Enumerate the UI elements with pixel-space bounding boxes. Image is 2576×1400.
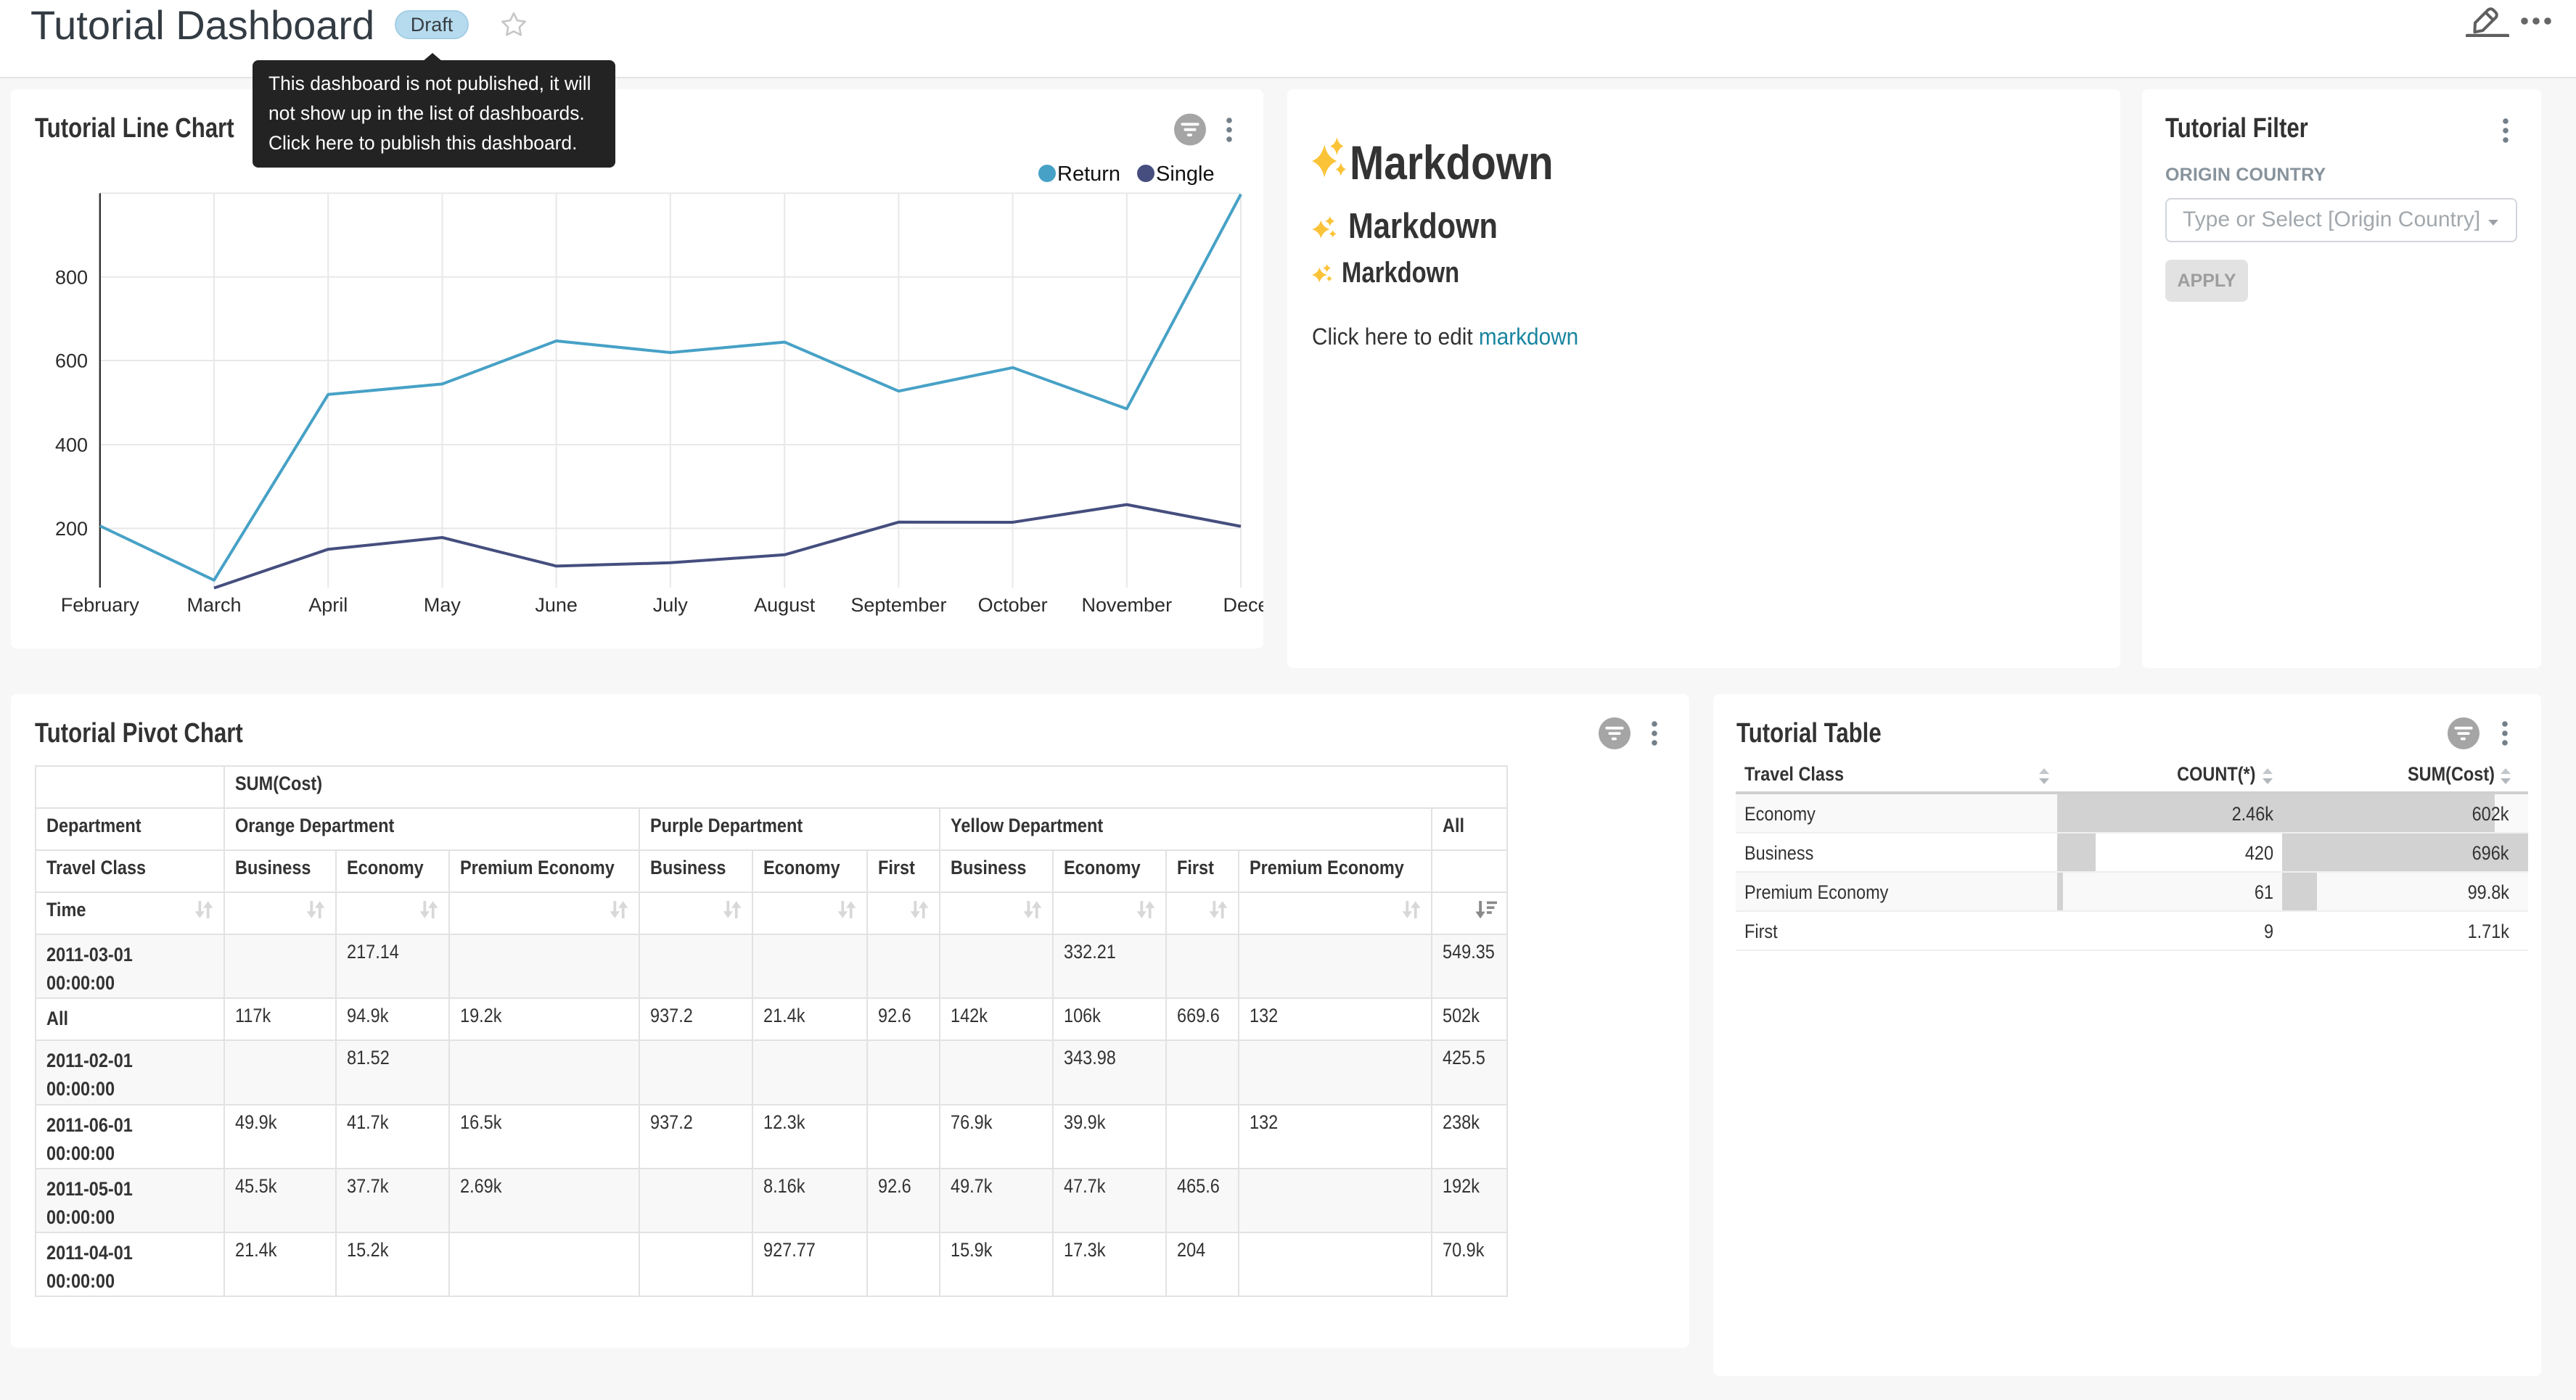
- svg-text:July: July: [653, 594, 689, 616]
- svg-text:February: February: [61, 594, 140, 616]
- svg-text:November: November: [1082, 594, 1173, 616]
- svg-text:200: 200: [55, 518, 88, 540]
- svg-text:800: 800: [55, 266, 88, 288]
- svg-text:March: March: [186, 594, 241, 616]
- svg-text:400: 400: [55, 435, 88, 456]
- svg-text:August: August: [754, 594, 816, 616]
- svg-text:September: September: [850, 594, 946, 616]
- svg-text:April: April: [308, 594, 348, 616]
- svg-text:May: May: [424, 594, 462, 616]
- svg-text:June: June: [535, 594, 578, 616]
- svg-text:600: 600: [55, 350, 88, 372]
- svg-text:Single: Single: [1156, 162, 1215, 186]
- svg-text:Dece: Dece: [1223, 594, 1263, 616]
- svg-text:Return: Return: [1057, 162, 1120, 186]
- svg-text:October: October: [978, 594, 1048, 616]
